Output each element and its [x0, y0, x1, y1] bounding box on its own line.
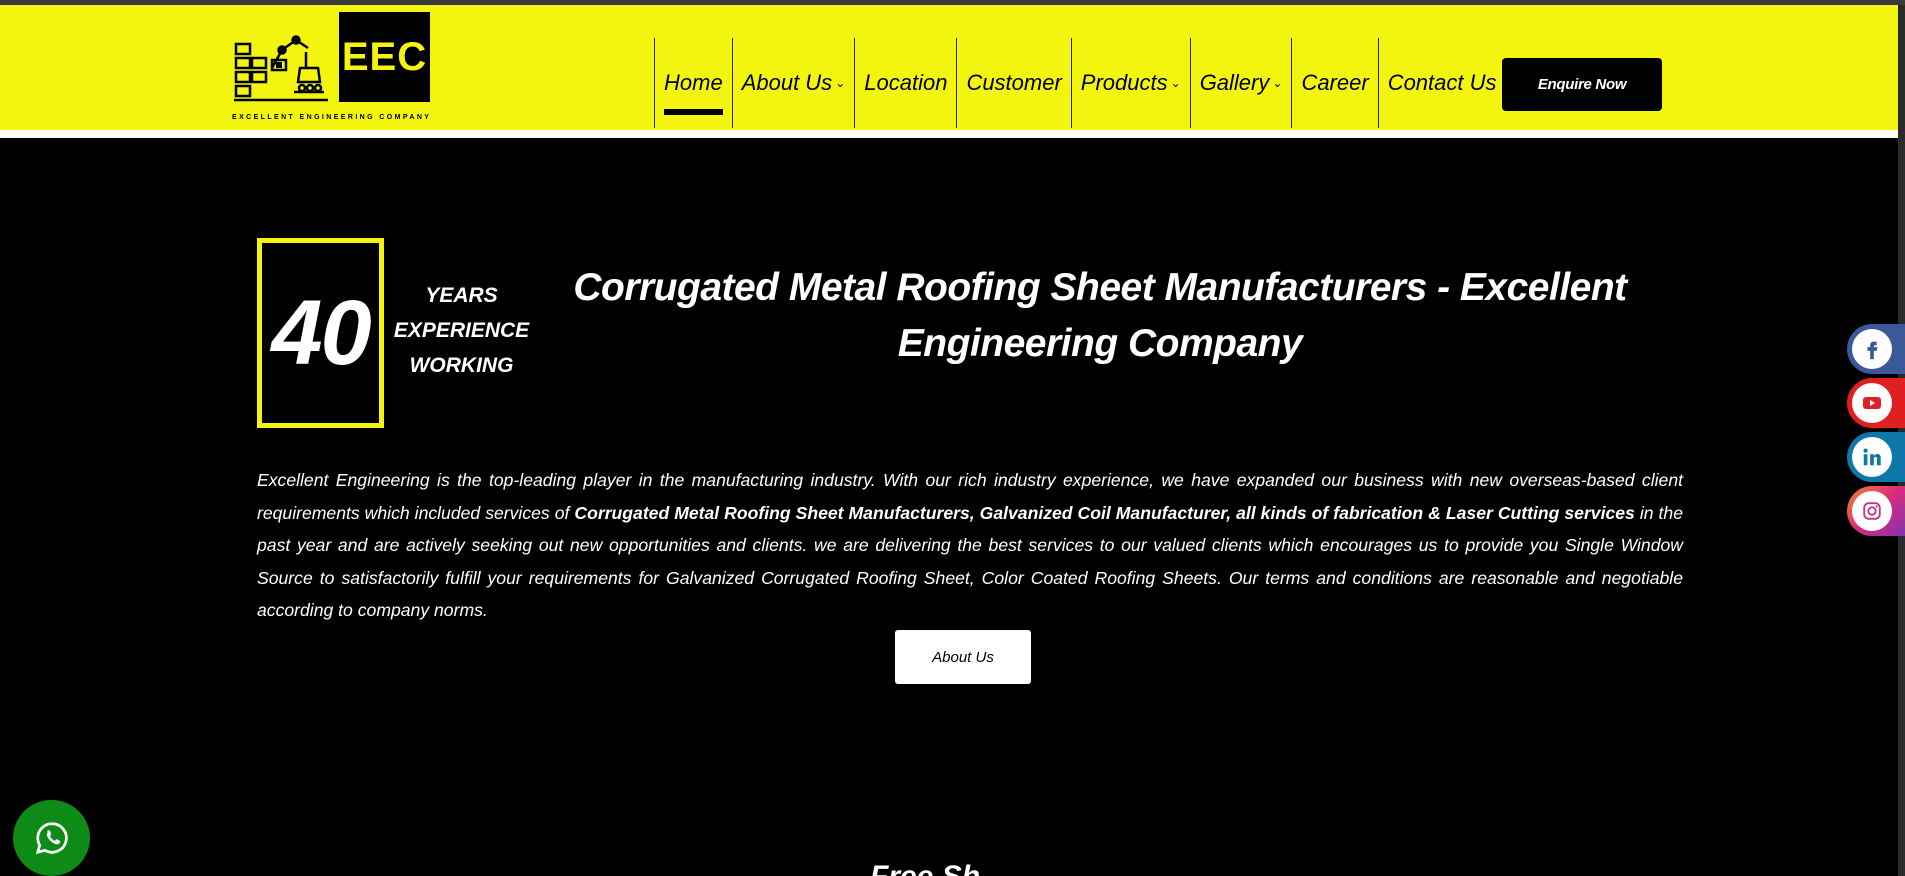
youtube-icon: [1852, 383, 1892, 423]
nav-item-home[interactable]: Home: [654, 38, 732, 128]
chevron-down-icon: ⌄: [1170, 76, 1181, 90]
factory-robot-icon: [234, 35, 328, 102]
nav-item-career[interactable]: Career: [1291, 38, 1377, 128]
instagram-link[interactable]: [1847, 486, 1905, 536]
nav-label: Career: [1301, 70, 1369, 95]
facebook-icon: [1852, 329, 1892, 369]
paragraph-highlight: Corrugated Metal Roofing Sheet Manufactu…: [574, 502, 1635, 523]
experience-line: YEARS: [425, 284, 498, 307]
nav-item-about-us[interactable]: About Us ⌄: [731, 38, 855, 128]
page-title: Corrugated Metal Roofing Sheet Manufactu…: [573, 266, 1627, 365]
chevron-down-icon: ⌄: [835, 76, 846, 90]
site-logo[interactable]: EEC EXCELLENT ENGINEERING COMPANY: [232, 10, 442, 128]
youtube-link[interactable]: [1847, 378, 1905, 428]
header-underline: [0, 130, 1898, 138]
nav-label: Products: [1080, 70, 1168, 95]
nav-item-gallery[interactable]: Gallery ⌄: [1189, 38, 1292, 128]
nav-item-location[interactable]: Location: [854, 38, 956, 128]
nav-item-products[interactable]: Products ⌄: [1070, 38, 1190, 128]
nav-item-customer[interactable]: Customer: [956, 38, 1070, 128]
main-navigation: Home About Us ⌄ Location Customer Product…: [654, 38, 1506, 128]
nav-label: Location: [864, 70, 948, 95]
linkedin-link[interactable]: [1847, 432, 1905, 482]
nav-label: About Us: [741, 70, 833, 95]
instagram-icon: [1852, 491, 1892, 531]
nav-label: Gallery: [1199, 70, 1270, 95]
whatsapp-icon: [35, 822, 68, 855]
nav-label: Contact Us: [1387, 70, 1497, 95]
facebook-link[interactable]: [1847, 324, 1905, 374]
experience-line: WORKING: [409, 354, 514, 377]
enquire-now-button[interactable]: Enquire Now: [1502, 58, 1662, 111]
experience-badge: 40: [257, 238, 384, 428]
logo-mark: EEC: [339, 12, 430, 102]
chevron-down-icon: ⌄: [1272, 76, 1283, 90]
experience-line: EXPERIENCE: [393, 319, 530, 342]
nav-item-contact-us[interactable]: Contact Us: [1377, 38, 1506, 128]
next-section-heading: Free Sh: [870, 862, 1010, 876]
linkedin-icon: [1852, 437, 1892, 477]
nav-label: Home: [664, 70, 723, 95]
logo-tagline: EXCELLENT ENGINEERING COMPANY: [232, 114, 432, 121]
experience-years: 40: [271, 281, 371, 384]
about-us-button[interactable]: About Us: [895, 630, 1031, 684]
whatsapp-button[interactable]: [13, 800, 90, 876]
nav-label: Customer: [966, 70, 1062, 95]
intro-paragraph: Excellent Engineering is the top-leading…: [257, 464, 1683, 627]
experience-caption: YEARS EXPERIENCE WORKING: [393, 278, 530, 383]
